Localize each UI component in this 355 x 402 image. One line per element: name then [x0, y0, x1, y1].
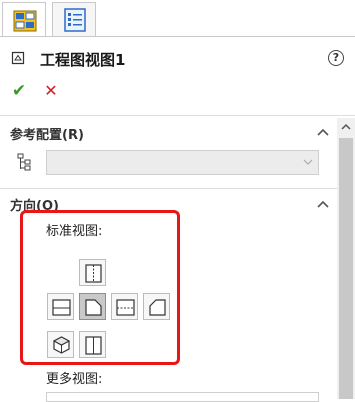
view-back-button[interactable]	[143, 293, 170, 320]
more-views-label: 更多视图:	[46, 372, 103, 387]
view-left-button[interactable]	[47, 293, 74, 320]
property-manager-icon	[13, 10, 37, 32]
view-bottom-button[interactable]	[79, 331, 106, 358]
feature-list-icon	[64, 8, 86, 32]
right-view-icon	[116, 299, 135, 316]
scrollbar-thumb[interactable]	[339, 138, 353, 399]
view-right-button[interactable]	[111, 293, 138, 320]
more-views-list[interactable]	[46, 392, 319, 402]
view-front-button[interactable]	[79, 293, 106, 320]
chevron-up-icon[interactable]	[317, 199, 329, 209]
tab-property-manager[interactable]	[2, 2, 46, 36]
configuration-icon	[17, 153, 31, 171]
left-view-icon	[52, 299, 71, 316]
bottom-view-icon	[85, 336, 102, 355]
tab-bar	[0, 0, 355, 38]
view-top-button[interactable]	[79, 259, 106, 286]
reference-config-select[interactable]	[46, 150, 319, 175]
standard-views-label: 标准视图:	[46, 224, 103, 239]
tab-bar-divider	[0, 36, 355, 37]
tab-feature-tree[interactable]	[52, 2, 96, 36]
top-view-icon	[85, 264, 102, 283]
view-isometric-button[interactable]	[47, 331, 74, 358]
drawing-view-icon	[11, 51, 25, 65]
chevron-up-icon[interactable]	[317, 127, 329, 137]
section-divider	[0, 115, 355, 116]
isometric-view-icon	[52, 336, 71, 354]
cancel-button[interactable]: ✕	[40, 80, 62, 102]
section-title-reference-config[interactable]: 参考配置(R)	[10, 124, 84, 143]
help-icon[interactable]: ?	[328, 50, 344, 66]
scroll-up-icon[interactable]	[337, 118, 355, 136]
section-divider	[0, 188, 355, 189]
back-view-icon	[149, 299, 166, 316]
chevron-down-icon	[303, 159, 313, 165]
ok-button[interactable]: ✔	[8, 80, 30, 102]
front-view-icon	[85, 299, 102, 316]
page-title: 工程图视图1	[40, 51, 126, 69]
